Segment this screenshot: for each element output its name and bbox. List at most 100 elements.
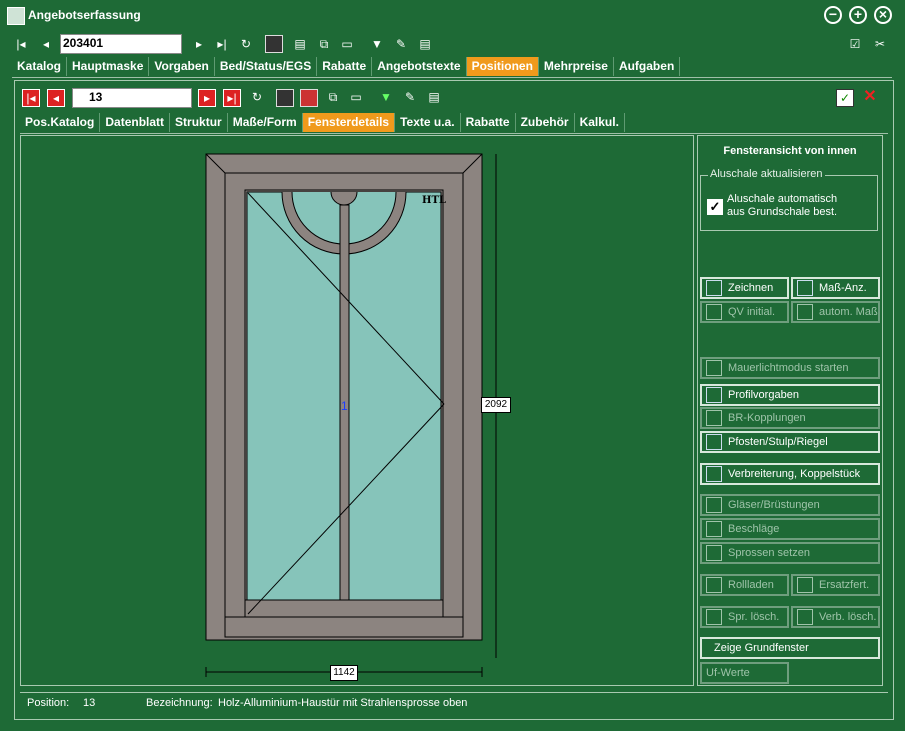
mauerlicht-icon — [706, 360, 722, 376]
verb-loesch-button[interactable]: Verb. lösch. — [791, 606, 880, 628]
panel-title: Fensteransicht von innen — [723, 145, 857, 157]
refresh-icon[interactable]: ↻ — [237, 36, 255, 54]
position-filter-edit-icon[interactable]: ✎ — [401, 89, 419, 107]
br-kopplungen-button[interactable]: BR-Kopplungen — [700, 407, 880, 429]
record-number-field[interactable]: 203401 — [60, 34, 182, 54]
save-icon[interactable]: ☑ — [846, 36, 864, 54]
aluschale-group-title: Aluschale aktualisieren — [708, 168, 825, 180]
profile-icon — [706, 387, 722, 403]
height-dimension: 2092 — [481, 397, 511, 413]
tab-rabatte[interactable]: Rabatte — [317, 57, 373, 76]
copy-position-icon[interactable] — [276, 89, 294, 107]
tools-icon[interactable]: ✂ — [871, 36, 889, 54]
tab-hauptmaske[interactable]: Hauptmaske — [67, 57, 150, 76]
position-value: 13 — [83, 697, 96, 709]
print-icon[interactable]: ▤ — [416, 36, 434, 54]
window-drawing[interactable] — [200, 148, 520, 678]
tab-fensterdetails[interactable]: Fensterdetails — [302, 113, 396, 132]
maximize-button[interactable]: + — [849, 6, 867, 24]
checkbox-label-line1: Aluschale automatisch — [727, 193, 838, 205]
autom-mass-button[interactable]: autom. Maß — [791, 301, 880, 323]
checkbox-label-line2: aus Grundschale best. — [727, 206, 838, 218]
minimize-button[interactable]: − — [824, 6, 842, 24]
pfosten-button[interactable]: Pfosten/Stulp/Riegel — [700, 431, 880, 453]
position-filter-icon[interactable]: ▼ — [377, 89, 395, 107]
tab-datenblatt[interactable]: Datenblatt — [100, 113, 171, 132]
sprossen-button[interactable]: Sprossen setzen — [700, 542, 880, 564]
last-record-icon[interactable]: ▸| — [213, 36, 231, 54]
ersatzfert-button[interactable]: Ersatzfert. — [791, 574, 880, 596]
tab-angebotstexte[interactable]: Angebotstexte — [372, 57, 467, 76]
extension-icon — [706, 466, 722, 482]
aluschale-checkbox-label: Aluschale automatisch aus Grundschale be… — [727, 193, 837, 219]
tab-vorgaben[interactable]: Vorgaben — [149, 57, 215, 76]
delete-extension-icon — [797, 609, 813, 625]
bezeichnung-value: Holz-Alluminium-Haustür mit Strahlenspro… — [218, 697, 468, 709]
filter-icon[interactable]: ▼ — [368, 36, 386, 54]
edit-document-icon[interactable]: ▤ — [291, 36, 309, 54]
profilvorgaben-button[interactable]: Profilvorgaben — [700, 384, 880, 406]
tab-positionen[interactable]: Positionen — [466, 57, 539, 76]
tab-bed-status-egs[interactable]: Bed/Status/EGS — [215, 57, 318, 76]
position-folder-icon[interactable]: ▭ — [347, 89, 365, 107]
copy-document-icon[interactable] — [265, 35, 283, 53]
tab-texte[interactable]: Texte u.a. — [395, 113, 461, 132]
draw-icon — [706, 280, 722, 296]
tab-katalog[interactable]: Katalog — [12, 57, 68, 76]
cancel-icon[interactable]: ✕ — [861, 89, 879, 107]
spr-loesch-button[interactable]: Spr. lösch. — [700, 606, 789, 628]
window-title: Angebotserfassung — [28, 8, 141, 22]
position-number-field[interactable]: 13 — [72, 88, 192, 108]
qv-icon — [706, 304, 722, 320]
replace-icon — [797, 577, 813, 593]
sub-tab-bar: Pos.Katalog Datenblatt Struktur Maße/Form Fe… — [20, 113, 888, 134]
filter-edit-icon[interactable]: ✎ — [392, 36, 410, 54]
tab-mehrpreise[interactable]: Mehrpreise — [539, 57, 614, 76]
grundfenster-button[interactable]: Zeige Grundfenster — [700, 637, 880, 659]
last-position-icon[interactable]: ▸| — [223, 89, 241, 107]
verbreiterung-button[interactable]: Verbreiterung, Koppelstück — [700, 463, 880, 485]
delete-grid-icon — [706, 609, 722, 625]
prev-record-icon[interactable]: ◂ — [37, 36, 55, 54]
glaeser-button[interactable]: Gläser/Brüstungen — [700, 494, 880, 516]
reload-icon[interactable]: ↻ — [248, 89, 266, 107]
qv-initial-button[interactable]: QV initial. — [700, 301, 789, 323]
prev-position-icon[interactable]: ◂ — [47, 89, 65, 107]
field-number: 1 — [341, 399, 348, 413]
shutter-icon — [706, 577, 722, 593]
grid-icon — [706, 545, 722, 561]
tab-kalkul[interactable]: Kalkul. — [575, 113, 625, 132]
hardware-icon — [706, 521, 722, 537]
close-window-button[interactable]: × — [874, 6, 892, 24]
first-position-icon[interactable]: |◂ — [22, 89, 40, 107]
duplicate-position-icon[interactable]: ⧉ — [324, 89, 342, 107]
new-position-icon[interactable] — [300, 89, 318, 107]
position-print-icon[interactable]: ▤ — [425, 89, 443, 107]
next-record-icon[interactable]: ▸ — [190, 36, 208, 54]
dimension-icon — [797, 280, 813, 296]
first-record-icon[interactable]: |◂ — [12, 36, 30, 54]
rollladen-button[interactable]: Rollladen — [700, 574, 789, 596]
beschlaege-button[interactable]: Beschläge — [700, 518, 880, 540]
mauerlicht-button[interactable]: Mauerlichtmodus starten — [700, 357, 880, 379]
next-position-icon[interactable]: ▸ — [198, 89, 216, 107]
tab-zubehoer[interactable]: Zubehör — [516, 113, 575, 132]
aluschale-checkbox[interactable]: ✓ — [707, 199, 723, 215]
position-label: Position: — [27, 697, 70, 709]
tab-aufgaben[interactable]: Aufgaben — [614, 57, 681, 76]
tab-masse-form[interactable]: Maße/Form — [228, 113, 303, 132]
duplicate-icon[interactable]: ⧉ — [315, 36, 333, 54]
bezeichnung-label: Bezeichnung: — [146, 697, 213, 709]
tab-struktur[interactable]: Struktur — [170, 113, 228, 132]
coupling-icon — [706, 410, 722, 426]
tab-pos-katalog[interactable]: Pos.Katalog — [20, 113, 101, 132]
zeichnen-button[interactable]: Zeichnen — [700, 277, 789, 299]
auto-dimension-icon — [797, 304, 813, 320]
app-icon — [7, 7, 25, 25]
mullion-icon — [706, 434, 722, 450]
mass-anzeige-button[interactable]: Maß-Anz. — [791, 277, 880, 299]
tab-rabatte-pos[interactable]: Rabatte — [461, 113, 516, 132]
confirm-icon[interactable]: ✓ — [836, 89, 854, 107]
uf-werte-button[interactable]: Uf-Werte — [700, 662, 789, 684]
folder-icon[interactable]: ▭ — [338, 36, 356, 54]
